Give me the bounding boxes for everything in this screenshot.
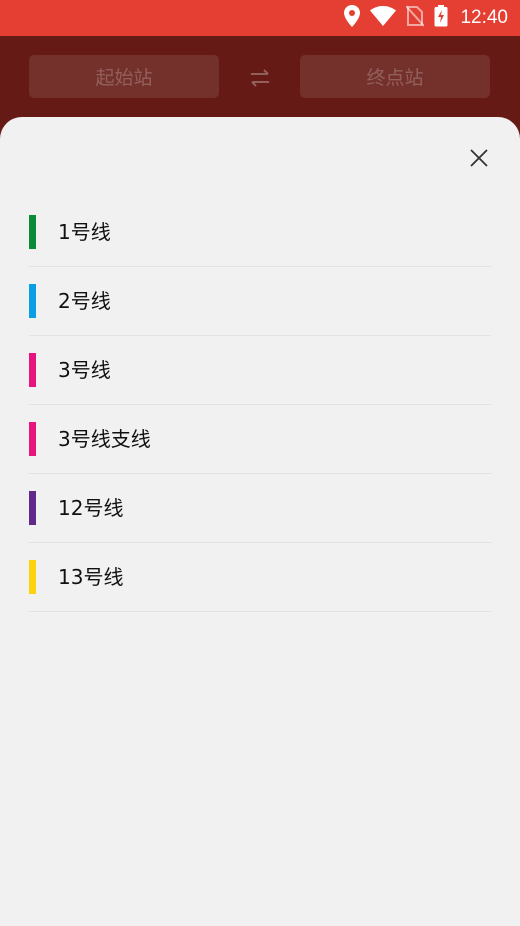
line-item[interactable]: 2号线	[29, 267, 491, 336]
swap-icon[interactable]	[248, 66, 272, 90]
route-bar: 起始站 终点站	[0, 36, 520, 126]
line-color-bar	[29, 284, 36, 318]
line-color-bar	[29, 491, 36, 525]
line-item[interactable]: 3号线	[29, 336, 491, 405]
close-icon[interactable]	[466, 145, 492, 171]
line-color-bar	[29, 353, 36, 387]
battery-charging-icon	[434, 5, 448, 31]
no-sim-icon	[405, 5, 426, 31]
line-name: 1号线	[58, 220, 111, 244]
line-name: 12号线	[58, 496, 124, 520]
line-name: 13号线	[58, 565, 124, 589]
line-item[interactable]: 13号线	[29, 543, 491, 612]
status-bar: 12:40	[0, 0, 520, 36]
line-picker-sheet: 1号线 2号线 3号线 3号线支线 12号线 13号线	[0, 117, 520, 926]
line-name: 3号线	[58, 358, 111, 382]
line-item[interactable]: 12号线	[29, 474, 491, 543]
line-item[interactable]: 1号线	[29, 198, 491, 267]
line-item[interactable]: 3号线支线	[29, 405, 491, 474]
start-station-button[interactable]: 起始站	[29, 55, 219, 98]
location-icon	[344, 5, 361, 31]
end-station-button[interactable]: 终点站	[300, 55, 490, 98]
wifi-icon	[370, 6, 397, 30]
line-name: 3号线支线	[58, 427, 151, 451]
line-color-bar	[29, 560, 36, 594]
line-list: 1号线 2号线 3号线 3号线支线 12号线 13号线	[29, 198, 491, 612]
line-color-bar	[29, 215, 36, 249]
line-name: 2号线	[58, 289, 111, 313]
status-icons: 12:40	[344, 0, 508, 36]
line-color-bar	[29, 422, 36, 456]
status-time: 12:40	[460, 7, 508, 28]
